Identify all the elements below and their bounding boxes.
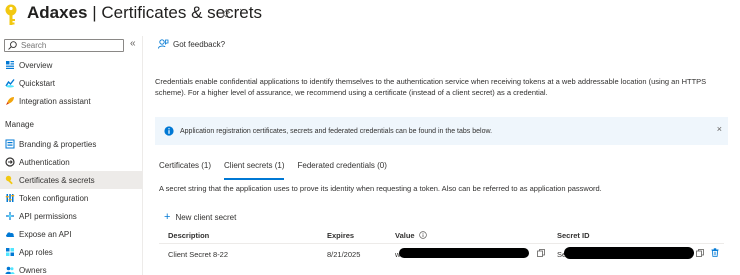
plus-icon: + bbox=[164, 211, 171, 223]
main-content: Got feedback? Credentials enable confide… bbox=[150, 36, 740, 275]
key-icon bbox=[5, 175, 15, 185]
owners-icon bbox=[5, 265, 15, 275]
new-client-secret-button[interactable]: + New client secret bbox=[164, 211, 236, 223]
search-icon bbox=[8, 41, 17, 50]
authentication-icon bbox=[5, 157, 15, 167]
feedback-icon bbox=[158, 39, 169, 49]
sidebar-item-label: Branding & properties bbox=[19, 139, 97, 149]
sidebar-item-api-permissions[interactable]: API permissions bbox=[0, 207, 143, 225]
sidebar-item-expose-an-api[interactable]: Expose an API bbox=[0, 225, 143, 243]
tab-certificates[interactable]: Certificates (1) bbox=[159, 161, 211, 177]
rocket-icon bbox=[5, 96, 15, 106]
secret-description: Client Secret 8-22 bbox=[168, 250, 229, 259]
info-icon bbox=[164, 126, 174, 136]
redacted-value bbox=[399, 248, 529, 258]
sidebar-item-label: App roles bbox=[19, 247, 53, 257]
sidebar-item-label: Expose an API bbox=[19, 229, 72, 239]
sidebar-item-label: Owners bbox=[19, 265, 47, 275]
secret-expires: 8/21/2025 bbox=[327, 250, 361, 259]
pin-icon[interactable] bbox=[221, 9, 230, 18]
api-permissions-icon bbox=[5, 211, 15, 221]
feedback-label: Got feedback? bbox=[173, 39, 226, 49]
search-box[interactable] bbox=[4, 39, 124, 52]
collapse-sidebar-icon[interactable]: « bbox=[130, 38, 136, 49]
more-options-icon[interactable]: ··· bbox=[239, 4, 252, 15]
credential-tabs: Certificates (1) Client secrets (1) Fede… bbox=[159, 161, 400, 180]
sidebar-item-label: Integration assistant bbox=[19, 96, 91, 106]
sidebar-item-label: Overview bbox=[19, 60, 53, 70]
quickstart-icon bbox=[5, 78, 15, 88]
token-icon bbox=[5, 193, 15, 203]
sidebar-item-branding[interactable]: Branding & properties bbox=[0, 135, 143, 153]
sidebar-item-label: Authentication bbox=[19, 157, 70, 167]
tab-federated-credentials[interactable]: Federated credentials (0) bbox=[297, 161, 386, 177]
sidebar-item-integration-assistant[interactable]: Integration assistant bbox=[0, 92, 143, 110]
sidebar-item-certificates-secrets[interactable]: Certificates & secrets bbox=[0, 171, 143, 189]
app-roles-icon bbox=[5, 247, 15, 257]
info-icon[interactable] bbox=[418, 231, 427, 239]
sidebar-item-quickstart[interactable]: Quickstart bbox=[0, 74, 143, 92]
delete-icon[interactable] bbox=[711, 248, 719, 257]
sidebar-item-authentication[interactable]: Authentication bbox=[0, 153, 143, 171]
redacted-secret-id bbox=[564, 247, 694, 259]
tab-client-secrets[interactable]: Client secrets (1) bbox=[224, 161, 285, 180]
branding-icon bbox=[5, 139, 15, 149]
table-header-divider bbox=[159, 243, 724, 244]
sidebar-item-label: Certificates & secrets bbox=[19, 175, 95, 185]
column-header-expires: Expires bbox=[327, 231, 355, 240]
column-header-description: Description bbox=[168, 231, 210, 240]
sidebar-item-overview[interactable]: Overview bbox=[0, 56, 143, 74]
close-icon[interactable]: × bbox=[717, 124, 722, 134]
copy-icon[interactable] bbox=[537, 249, 545, 257]
column-header-secret-id: Secret ID bbox=[557, 231, 590, 240]
sidebar-item-label: Token configuration bbox=[19, 193, 89, 203]
new-client-secret-label: New client secret bbox=[175, 212, 237, 222]
sidebar-item-app-roles[interactable]: App roles bbox=[0, 243, 143, 261]
column-header-value: Value bbox=[395, 231, 427, 240]
copy-icon[interactable] bbox=[696, 249, 704, 257]
info-banner-text: Application registration certificates, s… bbox=[180, 127, 493, 135]
client-secrets-description: A secret string that the application use… bbox=[159, 184, 602, 193]
sidebar-item-label: API permissions bbox=[19, 211, 77, 221]
cloud-icon bbox=[5, 229, 15, 239]
feedback-button[interactable]: Got feedback? bbox=[158, 39, 225, 49]
page-description: Credentials enable confidential applicat… bbox=[155, 77, 707, 97]
sidebar-section-manage: Manage bbox=[5, 120, 34, 129]
page-header: Adaxes | Certificates & secrets ··· bbox=[0, 0, 740, 30]
search-input[interactable] bbox=[21, 41, 116, 50]
overview-icon bbox=[5, 60, 15, 70]
sidebar-item-label: Quickstart bbox=[19, 78, 56, 88]
sidebar-item-token-configuration[interactable]: Token configuration bbox=[0, 189, 143, 207]
info-banner: Application registration certificates, s… bbox=[155, 117, 728, 145]
sidebar: « Overview Quickstart Integration assist… bbox=[0, 36, 143, 275]
key-icon bbox=[5, 4, 17, 25]
sidebar-item-owners[interactable]: Owners bbox=[0, 261, 143, 275]
